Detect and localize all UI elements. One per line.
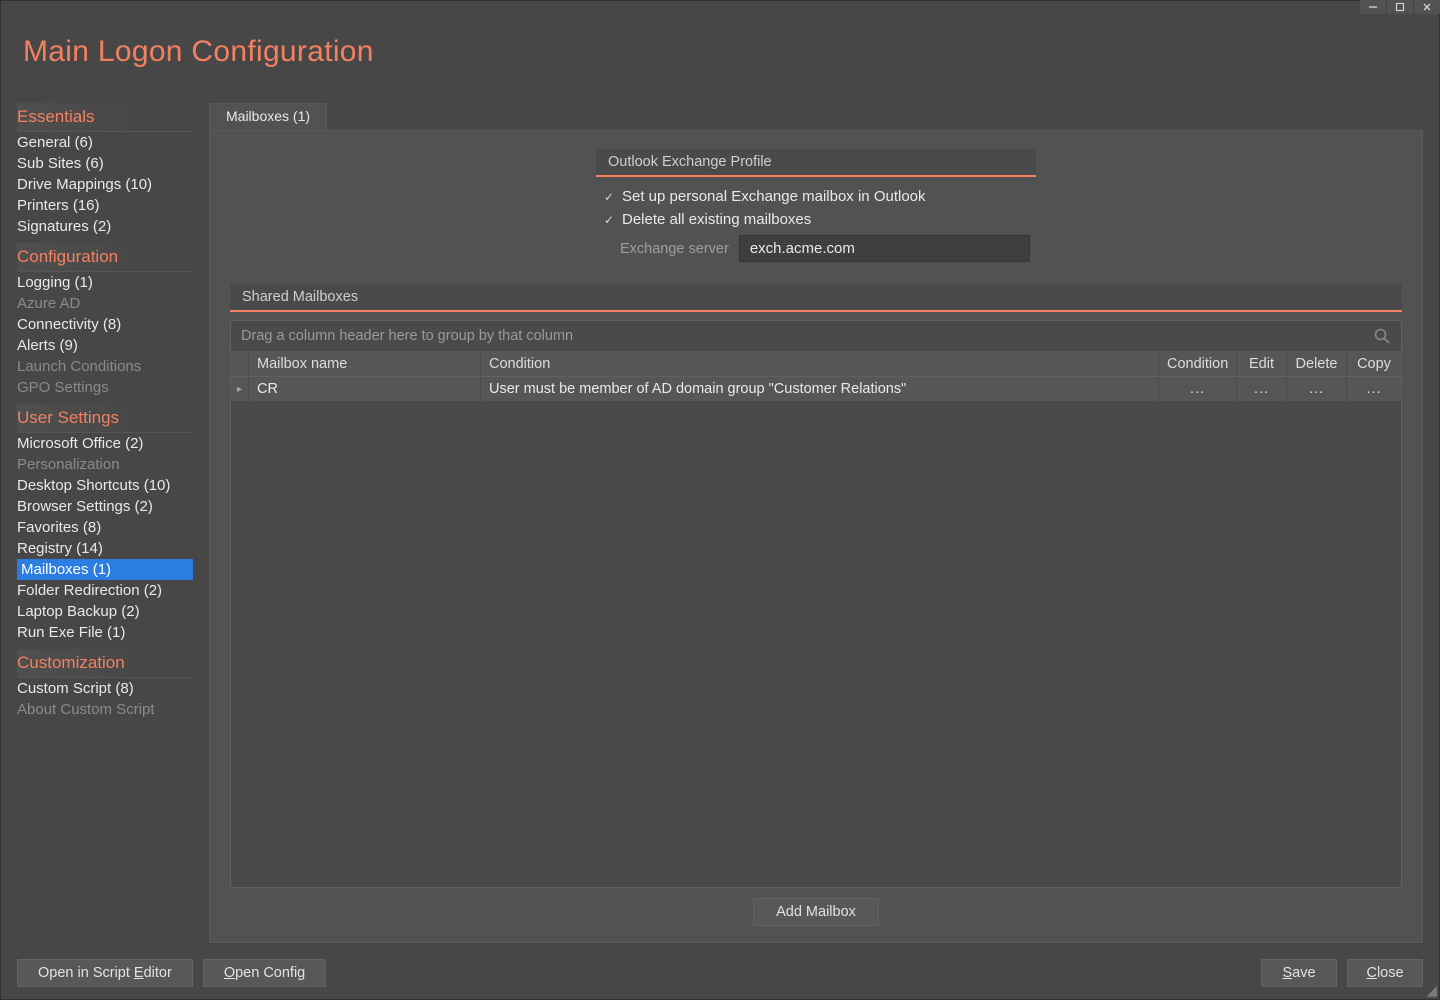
btn-label: Open Config	[224, 965, 305, 981]
save-button[interactable]: Save	[1261, 959, 1337, 987]
sidebar-item: GPO Settings	[17, 377, 193, 398]
checkbox-setup-mailbox[interactable]: ✓ Set up personal Exchange mailbox in Ou…	[602, 185, 1030, 208]
sidebar-item[interactable]: Run Exe File (1)	[17, 622, 193, 643]
open-script-editor-button[interactable]: Open in Script Editor	[17, 959, 193, 987]
shared-mailboxes-section: Shared Mailboxes Drag a column header he…	[230, 284, 1402, 926]
checkbox-setup-mailbox-label: Set up personal Exchange mailbox in Outl…	[622, 188, 926, 205]
grid-header-edit[interactable]: Edit	[1237, 352, 1287, 376]
sidebar-item[interactable]: Mailboxes (1)	[17, 559, 193, 580]
page-title: Main Logon Configuration	[23, 35, 1423, 69]
cell-condition-text[interactable]: User must be member of AD domain group "…	[481, 377, 1159, 401]
open-config-button[interactable]: Open Config	[203, 959, 326, 987]
sidebar-item[interactable]: Printers (16)	[17, 195, 193, 216]
tab-body: Outlook Exchange Profile ✓ Set up person…	[209, 130, 1423, 943]
main-panel: Mailboxes (1) Outlook Exchange Profile ✓…	[209, 103, 1423, 943]
nav-section-header: Customization	[17, 649, 193, 678]
search-icon[interactable]	[1373, 327, 1391, 345]
nav-section-header: User Settings	[17, 404, 193, 433]
checkbox-delete-mailboxes-label: Delete all existing mailboxes	[622, 211, 811, 228]
maximize-button[interactable]	[1387, 0, 1413, 14]
btn-label: Close	[1366, 965, 1403, 981]
sidebar-item: About Custom Script	[17, 699, 193, 720]
sidebar-item: Launch Conditions	[17, 356, 193, 377]
cell-copy-button[interactable]: ...	[1347, 377, 1401, 401]
check-icon: ✓	[602, 213, 616, 227]
sidebar-item[interactable]: Folder Redirection (2)	[17, 580, 193, 601]
tab-mailboxes[interactable]: Mailboxes (1)	[209, 103, 327, 130]
sidebar-item[interactable]: Microsoft Office (2)	[17, 433, 193, 454]
exchange-profile-section: Outlook Exchange Profile ✓ Set up person…	[596, 149, 1036, 266]
sidebar-item[interactable]: Registry (14)	[17, 538, 193, 559]
sidebar-item[interactable]: Logging (1)	[17, 272, 193, 293]
close-window-button[interactable]	[1414, 0, 1440, 14]
footer: Open in Script Editor Open Config Save C…	[17, 943, 1423, 987]
grid-header-condition[interactable]: Condition	[1159, 352, 1237, 376]
grid-header-indicator	[231, 352, 249, 376]
checkbox-delete-mailboxes[interactable]: ✓ Delete all existing mailboxes	[602, 208, 1030, 231]
window-frame: Main Logon Configuration EssentialsGener…	[0, 0, 1440, 1000]
add-mailbox-button[interactable]: Add Mailbox	[753, 898, 879, 926]
sidebar-item[interactable]: Connectivity (8)	[17, 314, 193, 335]
grid-group-hint: Drag a column header here to group by th…	[241, 328, 573, 344]
sidebar-item[interactable]: Favorites (8)	[17, 517, 193, 538]
grid-group-bar[interactable]: Drag a column header here to group by th…	[231, 321, 1401, 352]
close-button[interactable]: Close	[1347, 959, 1423, 987]
exchange-profile-header: Outlook Exchange Profile	[596, 149, 1036, 177]
sidebar-item[interactable]: Alerts (9)	[17, 335, 193, 356]
sidebar: EssentialsGeneral (6)Sub Sites (6)Drive …	[17, 103, 193, 943]
sidebar-item[interactable]: Sub Sites (6)	[17, 153, 193, 174]
btn-label: Open in Script Editor	[38, 965, 172, 981]
shared-mailboxes-header: Shared Mailboxes	[230, 284, 1402, 312]
sidebar-item[interactable]: Laptop Backup (2)	[17, 601, 193, 622]
cell-mailbox-name[interactable]: CR	[249, 377, 481, 401]
exchange-server-label: Exchange server	[620, 241, 729, 257]
nav-section-header: Essentials	[17, 103, 193, 132]
check-icon: ✓	[602, 190, 616, 204]
sidebar-item[interactable]: Signatures (2)	[17, 216, 193, 237]
sidebar-item: Personalization	[17, 454, 193, 475]
grid-empty-area	[231, 401, 1401, 887]
grid-header-delete[interactable]: Delete	[1287, 352, 1347, 376]
cell-condition-button[interactable]: ...	[1159, 377, 1237, 401]
cell-edit-button[interactable]: ...	[1237, 377, 1287, 401]
btn-label: Save	[1282, 965, 1315, 981]
minimize-button[interactable]	[1360, 0, 1386, 14]
grid-header-copy[interactable]: Copy	[1347, 352, 1401, 376]
shared-mailboxes-grid: Drag a column header here to group by th…	[230, 320, 1402, 888]
sidebar-item[interactable]: Desktop Shortcuts (10)	[17, 475, 193, 496]
sidebar-item[interactable]: Drive Mappings (10)	[17, 174, 193, 195]
grid-header-row: Mailbox name Condition Condition Edit De…	[231, 352, 1401, 377]
table-row[interactable]: ▸ CR User must be member of AD domain gr…	[231, 377, 1401, 401]
sidebar-item[interactable]: Browser Settings (2)	[17, 496, 193, 517]
nav-section-header: Configuration	[17, 243, 193, 272]
grid-header-name[interactable]: Mailbox name	[249, 352, 481, 376]
exchange-server-input[interactable]	[739, 235, 1030, 262]
sidebar-item[interactable]: General (6)	[17, 132, 193, 153]
window-controls	[1359, 0, 1440, 18]
sidebar-item: Azure AD	[17, 293, 193, 314]
sidebar-item[interactable]: Custom Script (8)	[17, 678, 193, 699]
row-indicator-icon: ▸	[231, 377, 249, 401]
tabstrip: Mailboxes (1)	[209, 103, 1423, 130]
grid-header-condition-text[interactable]: Condition	[481, 352, 1159, 376]
content-row: EssentialsGeneral (6)Sub Sites (6)Drive …	[17, 103, 1423, 943]
resize-grip-icon: ◢	[1423, 983, 1437, 997]
cell-delete-button[interactable]: ...	[1287, 377, 1347, 401]
